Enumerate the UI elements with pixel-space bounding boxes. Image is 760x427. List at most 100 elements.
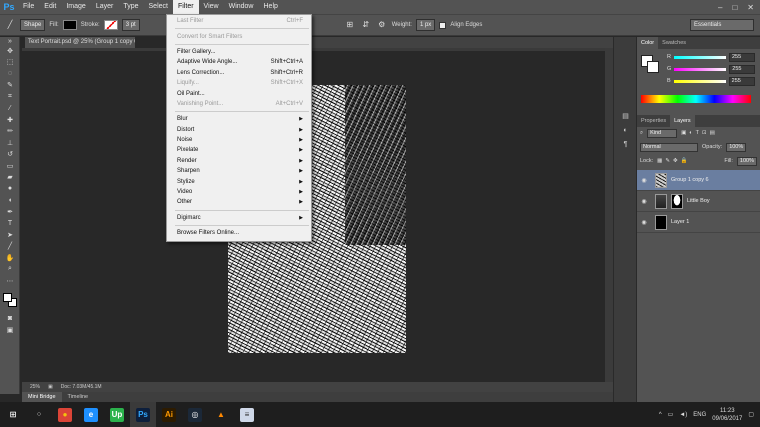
adjustments-icon[interactable]: ◐ xyxy=(614,123,637,137)
kind-filter-select[interactable]: Kind xyxy=(647,128,678,138)
align-edges-checkbox[interactable] xyxy=(439,21,447,29)
taskbar-chrome[interactable]: ● xyxy=(52,402,78,427)
layer-row[interactable]: ◉ Layer 1 xyxy=(637,212,760,233)
brush-tool-icon[interactable]: ✏ xyxy=(0,126,20,138)
doc-info-icon[interactable]: ▣ xyxy=(48,384,53,390)
color-spectrum[interactable] xyxy=(641,95,751,103)
menu-image[interactable]: Image xyxy=(61,0,90,14)
menu-file[interactable]: File xyxy=(18,0,39,14)
taskbar-upwork[interactable]: Up xyxy=(104,402,130,427)
healing-tool-icon[interactable]: ✚ xyxy=(0,114,20,126)
taskbar-notepad[interactable]: ≡ xyxy=(234,402,260,427)
filter-icons[interactable]: ▣◐T⊡▤ xyxy=(681,130,718,136)
filter-menu-item-browse-filters-online[interactable]: Browse Filters Online... xyxy=(167,228,311,238)
menu-select[interactable]: Select xyxy=(144,0,173,14)
notifications-icon[interactable]: ▢ xyxy=(748,411,754,418)
zoom-level[interactable]: 25% xyxy=(30,384,40,390)
channel-value-field[interactable]: 255 xyxy=(728,76,755,86)
filter-menu-item-blur[interactable]: Blur ▶ xyxy=(167,114,311,124)
channel-slider[interactable] xyxy=(674,67,727,71)
opacity-field[interactable]: 100% xyxy=(726,142,747,152)
filter-menu-item-render[interactable]: Render ▶ xyxy=(167,156,311,166)
taskbar-steam[interactable]: ◎ xyxy=(182,402,208,427)
visibility-eye-icon[interactable]: ◉ xyxy=(637,198,651,205)
channel-slider[interactable] xyxy=(673,55,726,59)
minimize-icon[interactable]: – xyxy=(718,3,722,12)
fill-swatch[interactable] xyxy=(62,20,77,30)
taskbar-search[interactable]: ○ xyxy=(26,402,52,427)
pen-tool-icon[interactable]: ✒ xyxy=(0,206,20,218)
filter-menu-item-noise[interactable]: Noise ▶ xyxy=(167,135,311,145)
fill-field[interactable]: 100% xyxy=(736,156,757,166)
dodge-tool-icon[interactable]: ◖ xyxy=(0,195,20,207)
menu-view[interactable]: View xyxy=(199,0,224,14)
path-align-icon[interactable]: ⊞ xyxy=(344,19,356,31)
eraser-tool-icon[interactable]: ▭ xyxy=(0,160,20,172)
paragraph-icon[interactable]: ¶ xyxy=(614,137,637,151)
taskbar-photoshop[interactable]: Ps xyxy=(130,402,156,427)
clone-stamp-tool-icon[interactable]: ⊥ xyxy=(0,137,20,149)
tool-preset-icon[interactable]: ╱ xyxy=(4,19,16,31)
filter-menu-item-stylize[interactable]: Stylize ▶ xyxy=(167,176,311,186)
hand-tool-icon[interactable]: ✋ xyxy=(0,252,20,264)
maximize-icon[interactable]: □ xyxy=(732,3,737,12)
menu-window[interactable]: Window xyxy=(224,0,259,14)
background-color-swatch[interactable] xyxy=(647,61,659,73)
layer-row[interactable]: ◉ Group 1 copy 6 xyxy=(637,170,760,191)
blur-tool-icon[interactable]: ● xyxy=(0,183,20,195)
clock[interactable]: 11:23 09/06/2017 xyxy=(712,407,742,423)
more-tools-icon[interactable]: ⋯ xyxy=(0,275,20,287)
menu-edit[interactable]: Edit xyxy=(39,0,61,14)
tab-swatches[interactable]: Swatches xyxy=(658,37,690,49)
visibility-eye-icon[interactable]: ◉ xyxy=(637,177,651,184)
workspace-select[interactable]: Essentials xyxy=(690,19,754,31)
lock-icons[interactable]: ▦✎✥🔒 xyxy=(657,158,690,164)
document-tab[interactable]: Text Portrait.psd @ 25% (Group 1 copy 6,… xyxy=(25,37,135,48)
vertical-scrollbar[interactable] xyxy=(605,48,613,382)
taskbar-start[interactable]: ⊞ xyxy=(0,402,26,427)
history-icon[interactable]: ▤ xyxy=(614,109,637,123)
tab-properties[interactable]: Properties xyxy=(637,115,670,127)
filter-menu-item-other[interactable]: Other ▶ xyxy=(167,197,311,207)
zoom-tool-icon[interactable]: ⌕ xyxy=(0,264,20,276)
path-arrange-icon[interactable]: ⇵ xyxy=(360,19,372,31)
tab-color[interactable]: Color xyxy=(637,37,659,49)
volume-icon[interactable]: ◄) xyxy=(679,412,687,418)
layer-row[interactable]: ◉ Little Boy xyxy=(637,191,760,212)
line-tool-icon[interactable]: ╱ xyxy=(0,241,20,253)
quick-select-tool-icon[interactable]: ✎ xyxy=(0,80,20,92)
blend-mode-select[interactable]: Normal xyxy=(640,142,698,152)
tab-layers[interactable]: Layers xyxy=(670,115,695,127)
crop-tool-icon[interactable]: ⌗ xyxy=(0,91,20,103)
filter-menu-item-lens-correction[interactable]: Lens Correction... Shift+Ctrl+R xyxy=(167,68,311,78)
tab-timeline[interactable]: Timeline xyxy=(62,392,95,402)
menu-help[interactable]: Help xyxy=(259,0,283,14)
language-indicator[interactable]: ENG xyxy=(693,412,706,418)
screen-mode-icon[interactable]: ▣ xyxy=(0,324,20,336)
menu-type[interactable]: Type xyxy=(118,0,143,14)
tray-up-arrow-icon[interactable]: ^ xyxy=(659,412,662,418)
path-select-tool-icon[interactable]: ➤ xyxy=(0,229,20,241)
filter-menu-item-distort[interactable]: Distort ▶ xyxy=(167,125,311,135)
filter-menu-item-video[interactable]: Video ▶ xyxy=(167,187,311,197)
weight-field[interactable]: 1 px xyxy=(415,19,436,31)
settings-gear-icon[interactable]: ⚙ xyxy=(376,19,388,31)
taskbar-vlc[interactable]: ▲ xyxy=(208,402,234,427)
stroke-width-field[interactable]: 3 pt xyxy=(121,19,140,31)
quick-mask-icon[interactable]: ◙ xyxy=(0,313,20,325)
foreground-background-colors[interactable] xyxy=(0,291,19,313)
menu-layer[interactable]: Layer xyxy=(91,0,119,14)
filter-menu-item-pixelate[interactable]: Pixelate ▶ xyxy=(167,145,311,155)
filter-menu-item-sharpen[interactable]: Sharpen ▶ xyxy=(167,166,311,176)
type-tool-icon[interactable]: T xyxy=(0,218,20,230)
lasso-tool-icon[interactable]: ◌ xyxy=(0,68,20,80)
gradient-tool-icon[interactable]: ▰ xyxy=(0,172,20,184)
channel-value-field[interactable]: 255 xyxy=(728,52,755,62)
filter-menu-item-filter-gallery[interactable]: Filter Gallery... xyxy=(167,47,311,57)
taskbar-illustrator[interactable]: Ai xyxy=(156,402,182,427)
close-icon[interactable]: ✕ xyxy=(747,3,754,12)
menu-filter[interactable]: Filter xyxy=(172,0,199,14)
visibility-eye-icon[interactable]: ◉ xyxy=(637,219,651,226)
filter-menu-item-adaptive-wide-angle[interactable]: Adaptive Wide Angle... Shift+Ctrl+A xyxy=(167,57,311,67)
channel-slider[interactable] xyxy=(673,79,726,83)
